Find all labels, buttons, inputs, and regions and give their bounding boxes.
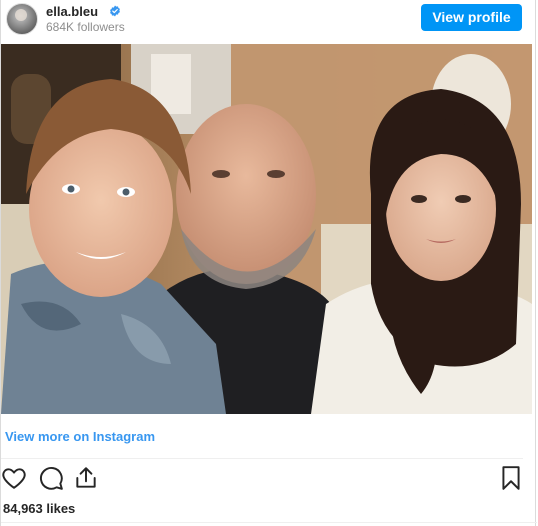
bookmark-icon[interactable] xyxy=(498,465,524,491)
instagram-embed-card: ella.bleu 684K followers View profile Vi… xyxy=(0,0,537,526)
post-image[interactable] xyxy=(1,44,532,414)
view-more-link[interactable]: View more on Instagram xyxy=(5,429,155,444)
divider xyxy=(1,458,523,459)
post-header: ella.bleu 684K followers View profile xyxy=(1,0,537,44)
action-bar xyxy=(1,465,531,495)
divider xyxy=(1,522,537,523)
avatar[interactable] xyxy=(6,3,38,35)
share-icon[interactable] xyxy=(73,465,99,491)
view-profile-button[interactable]: View profile xyxy=(421,4,522,31)
comment-icon[interactable] xyxy=(38,465,64,491)
verified-badge-icon xyxy=(110,5,120,17)
like-count: 84,963 likes xyxy=(3,501,76,516)
post-photo-illustration xyxy=(1,44,532,414)
follower-count: 684K followers xyxy=(46,20,125,34)
heart-icon[interactable] xyxy=(1,465,27,491)
username[interactable]: ella.bleu xyxy=(46,4,98,19)
